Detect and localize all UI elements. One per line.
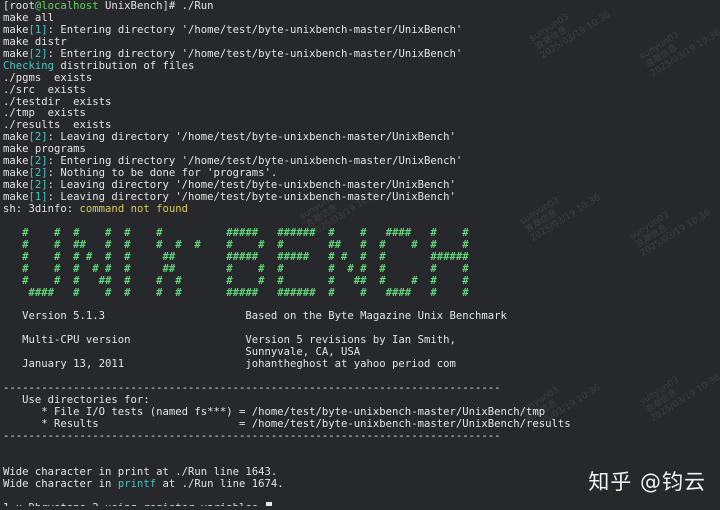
terminal-text: at ./Run line 1674.	[156, 477, 284, 490]
terminal-text: [2]	[28, 155, 48, 168]
terminal-text: : Nothing to be done for 'programs'.	[47, 167, 278, 180]
terminal-line: ./testdir exists	[3, 95, 717, 109]
terminal-text: Wide character in print at ./Run line 16…	[3, 465, 278, 478]
terminal-line: Checking distribution of files	[3, 59, 717, 73]
terminal-text: * Results = /home/test/byte-unixbench-ma…	[3, 417, 571, 430]
terminal-text: make	[3, 131, 29, 144]
terminal-text: # # # # # # ## ##### ##### # # # # #####…	[3, 250, 469, 263]
terminal-text: : Entering directory '/home/test/byte-un…	[47, 23, 463, 36]
terminal-text: 1 x Dhrystone 2 using register variables	[3, 502, 265, 506]
terminal-text: Version 5.1.3 Based on the Byte Magazine…	[3, 310, 507, 323]
terminal-text: Sunnyvale, CA, USA	[3, 346, 361, 359]
terminal-text: printf	[117, 477, 157, 490]
terminal-text: [2]	[28, 179, 48, 192]
terminal-text: make	[3, 179, 29, 192]
terminal-text: distribution of files	[54, 59, 195, 72]
terminal-line: #### # # # # # ##### ###### # # #### # #	[3, 286, 717, 300]
terminal-text: make all	[3, 11, 55, 24]
terminal-cursor	[265, 502, 272, 506]
terminal-text: [1]	[28, 191, 48, 203]
terminal-line: 1 x Dhrystone 2 using register variables	[3, 502, 717, 506]
terminal-text: ./tmp exists	[3, 107, 86, 120]
terminal-text: make	[3, 23, 29, 36]
terminal-text: ./pgms exists	[3, 71, 93, 84]
terminal-text: sh: 3dinfo:	[3, 202, 80, 215]
terminal-text: ./results exists	[3, 119, 112, 132]
terminal-text: make	[3, 191, 29, 203]
terminal-text: make distr	[3, 35, 67, 48]
terminal-line: January 13, 2011 johantheghost at yahoo …	[3, 358, 717, 371]
terminal-text: : Leaving directory '/home/test/byte-uni…	[47, 131, 456, 144]
terminal-line: make[1]: Entering directory '/home/test/…	[3, 23, 717, 37]
terminal-text: [2]	[28, 167, 48, 180]
terminal-line: ----------------------------------------…	[3, 429, 717, 443]
terminal-line: [root@localhost UnixBench]# ./Run	[3, 1, 717, 13]
terminal-text: ./src exists	[3, 83, 86, 96]
terminal-text: Use directories for:	[3, 393, 150, 406]
terminal-output[interactable]: [root@localhost UnixBench]# ./Run make al…	[3, 1, 717, 506]
terminal-text: Wide character in	[3, 477, 118, 490]
terminal-text: : Entering directory '/home/test/byte-un…	[47, 47, 463, 60]
terminal-text: make	[3, 167, 29, 180]
terminal-text: January 13, 2011 johantheghost at yahoo …	[3, 358, 456, 371]
terminal-text: [root	[3, 1, 35, 12]
terminal-text: # # # # # # ##### ###### # # #### # #	[3, 226, 469, 239]
terminal-text: : Entering directory '/home/test/byte-un…	[47, 155, 463, 168]
terminal-text: [2]	[28, 131, 48, 144]
terminal-line: ./pgms exists	[3, 71, 717, 85]
terminal-text: make programs	[3, 143, 86, 156]
terminal-text: : Leaving directory '/home/test/byte-uni…	[47, 179, 456, 192]
terminal-text: # # ## # # # # # # # # ## # # # # #	[3, 238, 469, 251]
terminal-line: make[2]: Leaving directory '/home/test/b…	[3, 131, 717, 144]
terminal-text: ----------------------------------------…	[3, 382, 501, 394]
terminal-text: [1]	[28, 23, 48, 36]
terminal-text: * File I/O tests (named fs***) = /home/t…	[3, 405, 546, 418]
terminal-text: @localhost	[34, 1, 99, 12]
terminal-text: make	[3, 47, 29, 60]
zhihu-brand-watermark: 知乎 @钧云	[588, 470, 706, 494]
terminal-line: Version 5.1.3 Based on the Byte Magazine…	[3, 310, 717, 323]
terminal-text: ./testdir exists	[3, 95, 112, 108]
terminal-text: #### # # # # # ##### ###### # # #### # #	[3, 286, 469, 299]
terminal-text: ----------------------------------------…	[3, 429, 501, 442]
terminal-text: Checking	[3, 59, 55, 72]
terminal-text: # # # # # # ## # # # # # # # # #	[3, 262, 469, 275]
terminal-text: # # # ## # # # # # # # ## # # # #	[3, 274, 469, 287]
terminal-text: [2]	[28, 47, 48, 60]
terminal-text: UnixBench]# ./Run	[98, 1, 214, 12]
terminal-text: Multi-CPU version Version 5 revisions by…	[3, 334, 456, 347]
terminal-text: make	[3, 155, 29, 168]
terminal-text: : Leaving directory '/home/test/byte-uni…	[47, 191, 456, 203]
terminal-text: command not found	[79, 202, 188, 215]
